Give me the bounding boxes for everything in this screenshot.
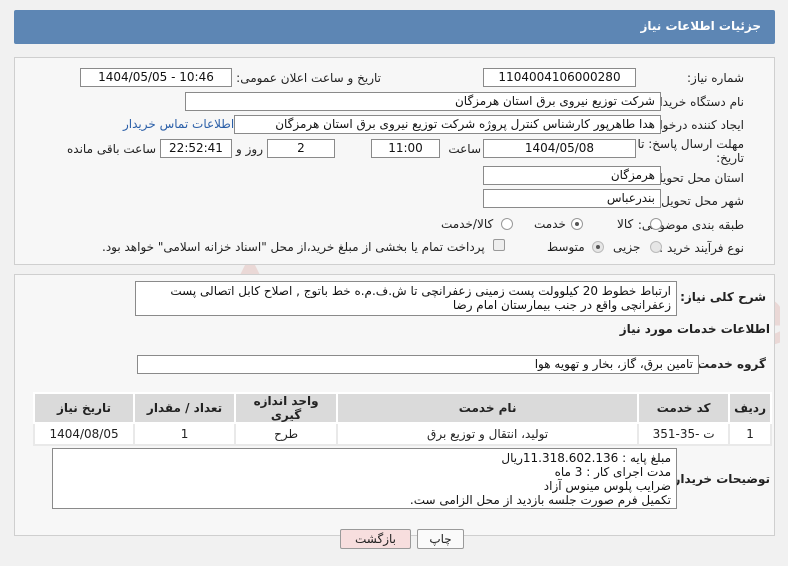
buyer-contact-link[interactable]: اطلاعات تماس خریدار: [123, 117, 234, 131]
announce-datetime-label: تاریخ و ساعت اعلان عمومی:: [236, 71, 381, 85]
process-radio-minor[interactable]: [650, 241, 662, 253]
col-quantity: تعداد / مقدار: [133, 392, 237, 424]
deadline-time-field: 11:00: [371, 139, 440, 158]
city-label: شهر محل تحویل:: [657, 194, 744, 208]
print-button[interactable]: چاپ: [417, 529, 464, 549]
table-row: 1 ت -35-351 تولید، انتقال و توزیع برق طر…: [32, 422, 772, 446]
back-button[interactable]: بازگشت: [340, 529, 411, 549]
remaining-days-field: 2: [267, 139, 335, 158]
col-service-name: نام خدمت: [336, 392, 640, 424]
deadline-label-line2: تاریخ:: [716, 151, 744, 165]
process-option-medium: متوسط: [547, 240, 585, 254]
process-option-minor: جزیی: [613, 240, 641, 254]
cell-service-code: ت -35-351: [637, 422, 731, 446]
table-header-row: ردیف کد خدمت نام خدمت واحد اندازه گیری ت…: [32, 392, 772, 424]
province-label: استان محل تحویل:: [649, 171, 744, 185]
need-number-field: 1104004106000280: [483, 68, 636, 87]
category-option-service: خدمت: [534, 217, 566, 231]
service-group-field: تامین برق، گاز، بخار و تهویه هوا: [137, 355, 699, 374]
city-field: بندرعباس: [483, 189, 661, 208]
deadline-time-label: ساعت: [448, 142, 481, 156]
category-option-goods-service: کالا/خدمت: [441, 217, 494, 231]
buyer-notes-textarea: مبلغ پایه : 11.318.602.136ریال مدت اجرای…: [52, 448, 677, 509]
category-radio-service[interactable]: [571, 218, 583, 230]
cell-quantity: 1: [133, 422, 237, 446]
treasury-payment-note: پرداخت تمام یا بخشی از مبلغ خرید،از محل …: [102, 240, 485, 254]
buyer-notes-line: مبلغ پایه : 11.318.602.136ریال: [501, 451, 671, 465]
buyer-notes-line: ضرایب پلوس مینوس آزاد: [543, 479, 671, 493]
buyer-org-label: نام دستگاه خریدار:: [649, 95, 745, 109]
cell-row: 1: [728, 422, 772, 446]
service-group-label: گروه خدمت:: [692, 357, 766, 371]
category-radio-goods-service[interactable]: [501, 218, 513, 230]
process-label: نوع فرآیند خرید :: [659, 241, 744, 255]
deadline-label-line1: مهلت ارسال پاسخ: تا: [637, 137, 744, 151]
cell-unit: طرح: [234, 422, 339, 446]
category-option-goods: کالا: [617, 217, 634, 231]
page-header: جزئیات اطلاعات نیاز: [14, 10, 775, 44]
remaining-time-field: 22:52:41: [160, 139, 232, 158]
requester-field: هدا طاهرپور کارشناس کنترل پروژه شرکت توز…: [234, 115, 661, 134]
services-table: ردیف کد خدمت نام خدمت واحد اندازه گیری ت…: [32, 392, 772, 446]
info-panel: [14, 57, 775, 265]
cell-need-date: 1404/08/05: [32, 422, 136, 446]
deadline-date-field: 1404/05/08: [483, 139, 636, 158]
col-need-date: تاریخ نیاز: [32, 392, 136, 424]
cell-service-name: تولید، انتقال و توزیع برق: [336, 422, 640, 446]
buyer-notes-label: توضیحات خریدار:: [668, 472, 770, 486]
buyer-notes-line: مدت اجرای کار : 3 ماه: [554, 465, 671, 479]
col-unit: واحد اندازه گیری: [234, 392, 339, 424]
col-service-code: کد خدمت: [637, 392, 731, 424]
summary-label: شرح کلی نیاز:: [680, 290, 766, 304]
treasury-payment-checkbox[interactable]: [493, 239, 505, 251]
announce-datetime-field: 1404/05/05 - 10:46: [80, 68, 232, 87]
remaining-days-label: روز و: [236, 142, 263, 156]
remaining-time-label: ساعت باقی مانده: [67, 142, 157, 156]
process-radio-medium[interactable]: [592, 241, 604, 253]
province-field: هرمزگان: [483, 166, 661, 185]
services-section-title: اطلاعات خدمات مورد نیاز: [619, 322, 770, 336]
page-title: جزئیات اطلاعات نیاز: [640, 19, 761, 33]
summary-textarea: ارتباط خطوط 20 کیلوولت پست زمینی زعفرانچ…: [135, 281, 677, 316]
category-radio-goods[interactable]: [650, 218, 662, 230]
buyer-org-field: شرکت توزیع نیروی برق استان هرمزگان: [185, 92, 661, 111]
need-number-label: شماره نیاز:: [687, 71, 744, 85]
buyer-notes-line: تکمیل فرم صورت جلسه بازدید از محل الزامی…: [409, 493, 671, 507]
col-row: ردیف: [728, 392, 772, 424]
